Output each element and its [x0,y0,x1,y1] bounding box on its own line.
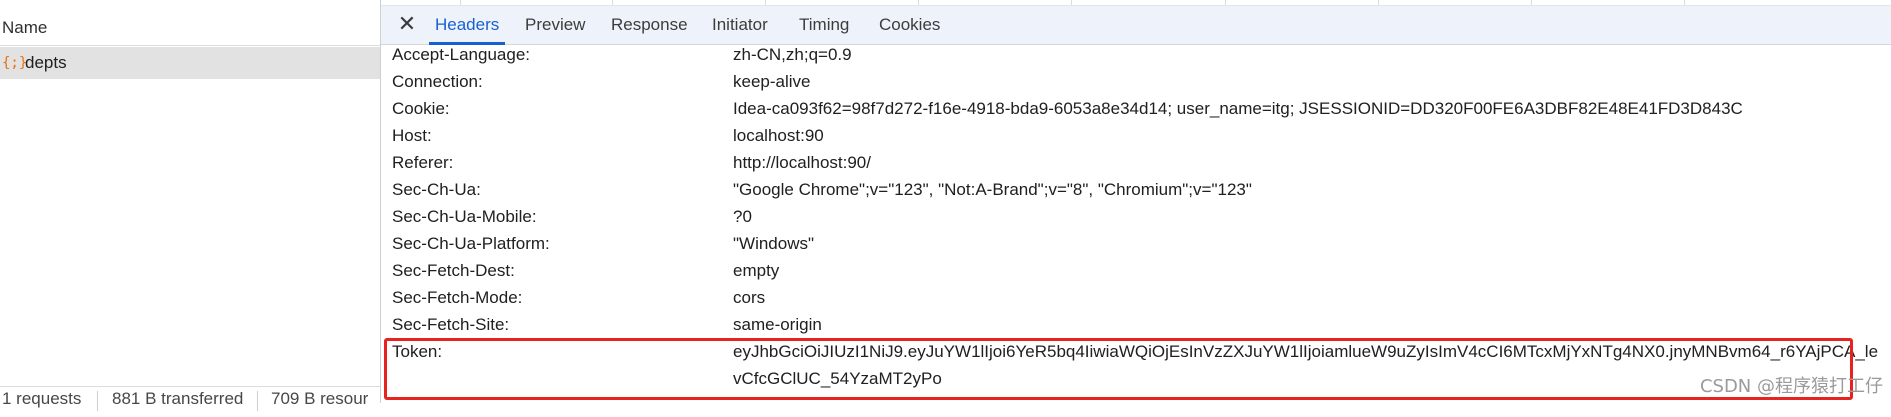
header-value: same-origin [733,315,822,334]
tab-response[interactable]: Response [611,6,688,44]
token-highlight-box [384,338,1853,400]
header-name: Sec-Ch-Ua: [392,180,481,199]
header-name: Sec-Fetch-Dest: [392,261,515,280]
request-name: depts [25,53,67,72]
tab-timing[interactable]: Timing [799,6,849,44]
header-value: Idea-ca093f62=98f7d272-f16e-4918-bda9-60… [733,99,1743,118]
resources-size: 709 B resour [271,389,369,408]
tab-initiator[interactable]: Initiator [712,6,768,44]
header-name: Sec-Fetch-Mode: [392,288,523,307]
name-column-header[interactable]: Name [0,10,380,46]
header-value: zh-CN,zh;q=0.9 [733,45,852,64]
header-name: Connection: [392,72,483,91]
transferred-size: 881 B transferred [112,389,244,408]
header-name: Host: [392,126,432,145]
request-count: 1 requests [2,389,82,408]
header-value: http://localhost:90/ [733,153,871,172]
close-icon[interactable]: ✕ [393,10,421,38]
header-value: "Google Chrome";v="123", "Not:A-Brand";v… [733,180,1252,199]
header-name: Accept-Language: [392,45,530,64]
header-value: cors [733,288,766,307]
watermark-text: CSDN @程序猿打工仔 [1699,376,1883,397]
header-value: localhost:90 [733,126,824,145]
request-row-depts[interactable]: {;} depts [0,47,380,79]
tab-preview[interactable]: Preview [525,6,585,44]
header-name: Sec-Ch-Ua-Platform: [392,234,550,253]
header-value: keep-alive [733,72,811,91]
json-file-icon: {;} [2,55,28,71]
tab-headers[interactable]: Headers [428,6,506,45]
header-name: Sec-Ch-Ua-Mobile: [392,207,537,226]
header-name: Sec-Fetch-Site: [392,315,510,334]
header-value: "Windows" [733,234,815,253]
request-list-panel: Name {;} depts 1 requests 881 B transfer… [0,0,381,411]
header-value: ?0 [733,207,752,226]
detail-tabbar: ✕ Headers Preview Response Initiator Tim… [381,6,1891,45]
tab-cookies[interactable]: Cookies [879,6,940,44]
header-name: Referer: [392,153,454,172]
header-name: Cookie: [392,99,450,118]
header-value: empty [733,261,780,280]
network-status-bar: 1 requests 881 B transferred 709 B resou… [0,386,380,417]
